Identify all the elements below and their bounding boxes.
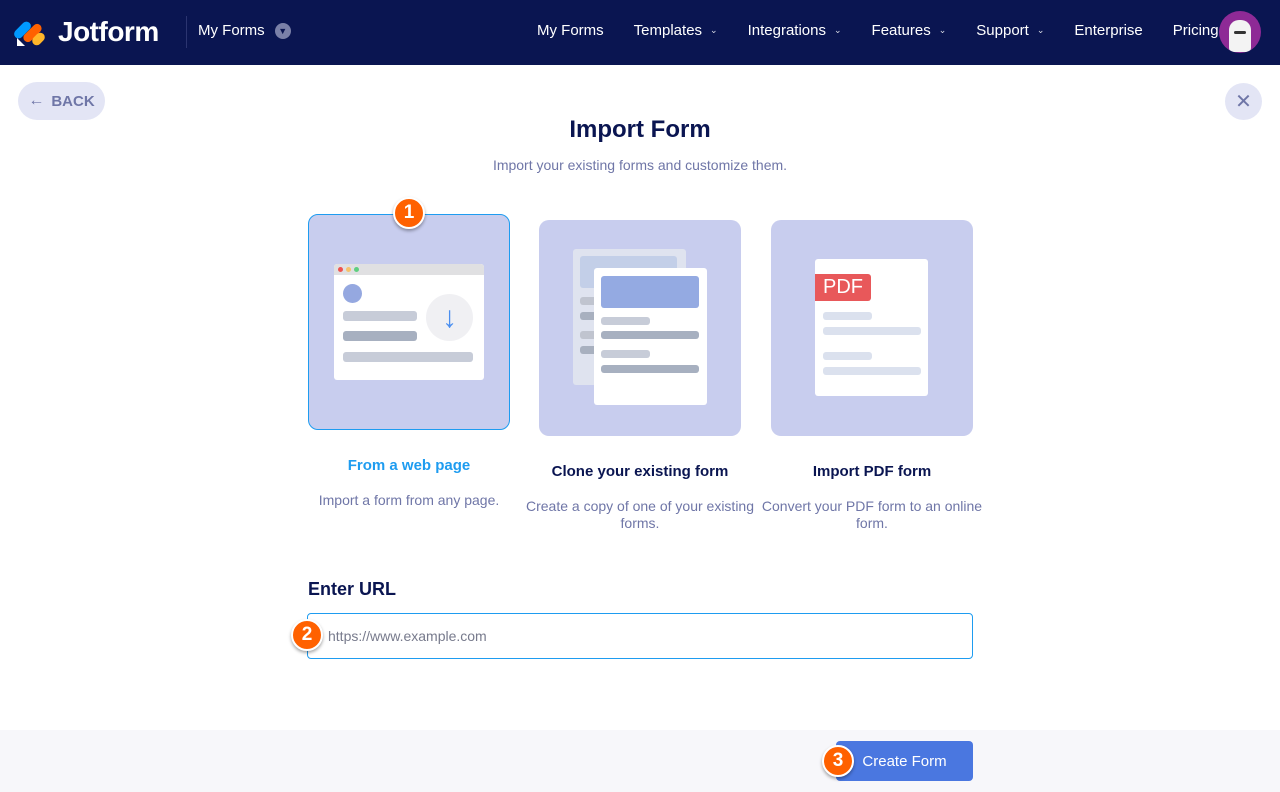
option-title: From a web page bbox=[347, 457, 471, 474]
download-arrow-icon: ↓ bbox=[426, 294, 473, 341]
nav-item-features[interactable]: Features ⌄ bbox=[872, 22, 947, 39]
option-tile[interactable]: ↓ bbox=[308, 214, 510, 430]
create-form-button[interactable]: Create Form bbox=[836, 741, 973, 781]
jotform-logo[interactable]: Jotform bbox=[12, 16, 159, 48]
option-title: Clone your existing form bbox=[551, 463, 729, 480]
nav-label: Integrations bbox=[747, 22, 826, 39]
chevron-down-icon: ▼ bbox=[274, 22, 291, 39]
page-subtitle: Import your existing forms and customize… bbox=[492, 157, 788, 173]
clone-form-illustration-icon bbox=[539, 220, 741, 436]
nav-item-my-forms[interactable]: My Forms bbox=[537, 22, 604, 39]
nav-label: Templates bbox=[633, 22, 703, 39]
chevron-down-icon: ⌄ bbox=[1036, 25, 1045, 35]
step-badge-3: 3 bbox=[822, 745, 854, 777]
main-nav: My Forms Templates ⌄ Integrations ⌄ Featur… bbox=[537, 22, 1249, 39]
option-description: Import a form from any page. bbox=[318, 492, 500, 508]
back-button[interactable]: ← BACK bbox=[18, 82, 105, 120]
page-title: Import Form bbox=[569, 116, 711, 143]
switcher-label: My Forms bbox=[198, 22, 265, 39]
nav-item-enterprise[interactable]: Enterprise bbox=[1074, 22, 1142, 39]
chevron-down-icon: ⌄ bbox=[833, 25, 842, 35]
arrow-left-icon: ← bbox=[28, 92, 45, 109]
nav-label: Support bbox=[976, 22, 1029, 39]
nav-divider bbox=[186, 16, 187, 48]
nav-label: My Forms bbox=[537, 22, 604, 39]
option-description: Convert your PDF form to an online form. bbox=[761, 498, 983, 531]
pdf-document-illustration-icon: PDF bbox=[815, 259, 928, 396]
step-badge-1: 1 bbox=[393, 197, 425, 229]
chevron-down-icon: ⌄ bbox=[710, 25, 718, 35]
step-badge-2: 2 bbox=[291, 619, 323, 651]
option-title: Import PDF form bbox=[812, 463, 932, 480]
url-label: Enter URL bbox=[308, 579, 397, 599]
nav-label: Pricing bbox=[1172, 22, 1219, 39]
nav-item-integrations[interactable]: Integrations ⌄ bbox=[748, 22, 842, 39]
chevron-down-icon: ⌄ bbox=[938, 25, 947, 35]
logo-text: Jotform bbox=[58, 16, 159, 47]
avatar-face-icon bbox=[1229, 20, 1251, 52]
nav-label: Enterprise bbox=[1074, 22, 1143, 39]
close-button[interactable]: ✕ bbox=[1225, 83, 1262, 120]
option-tile[interactable] bbox=[539, 220, 741, 436]
footer-bar bbox=[0, 730, 1280, 792]
url-input[interactable] bbox=[307, 613, 973, 659]
web-page-illustration-icon: ↓ bbox=[334, 264, 484, 380]
pdf-badge: PDF bbox=[815, 274, 871, 301]
close-icon: ✕ bbox=[1235, 91, 1252, 113]
option-description: Create a copy of one of your existing fo… bbox=[525, 498, 755, 531]
option-tile[interactable]: PDF bbox=[771, 220, 973, 436]
jotform-logo-icon bbox=[12, 16, 47, 48]
my-forms-switcher[interactable]: My Forms ▼ bbox=[198, 22, 291, 39]
back-label: BACK bbox=[51, 92, 95, 110]
nav-label: Features bbox=[871, 22, 931, 39]
nav-item-support[interactable]: Support ⌄ bbox=[976, 22, 1044, 39]
nav-item-pricing[interactable]: Pricing bbox=[1173, 22, 1219, 39]
nav-item-templates[interactable]: Templates ⌄ bbox=[634, 22, 718, 39]
top-navigation-bar: Jotform My Forms ▼ My Forms Templates ⌄ I… bbox=[0, 0, 1280, 65]
user-avatar[interactable] bbox=[1219, 11, 1261, 53]
